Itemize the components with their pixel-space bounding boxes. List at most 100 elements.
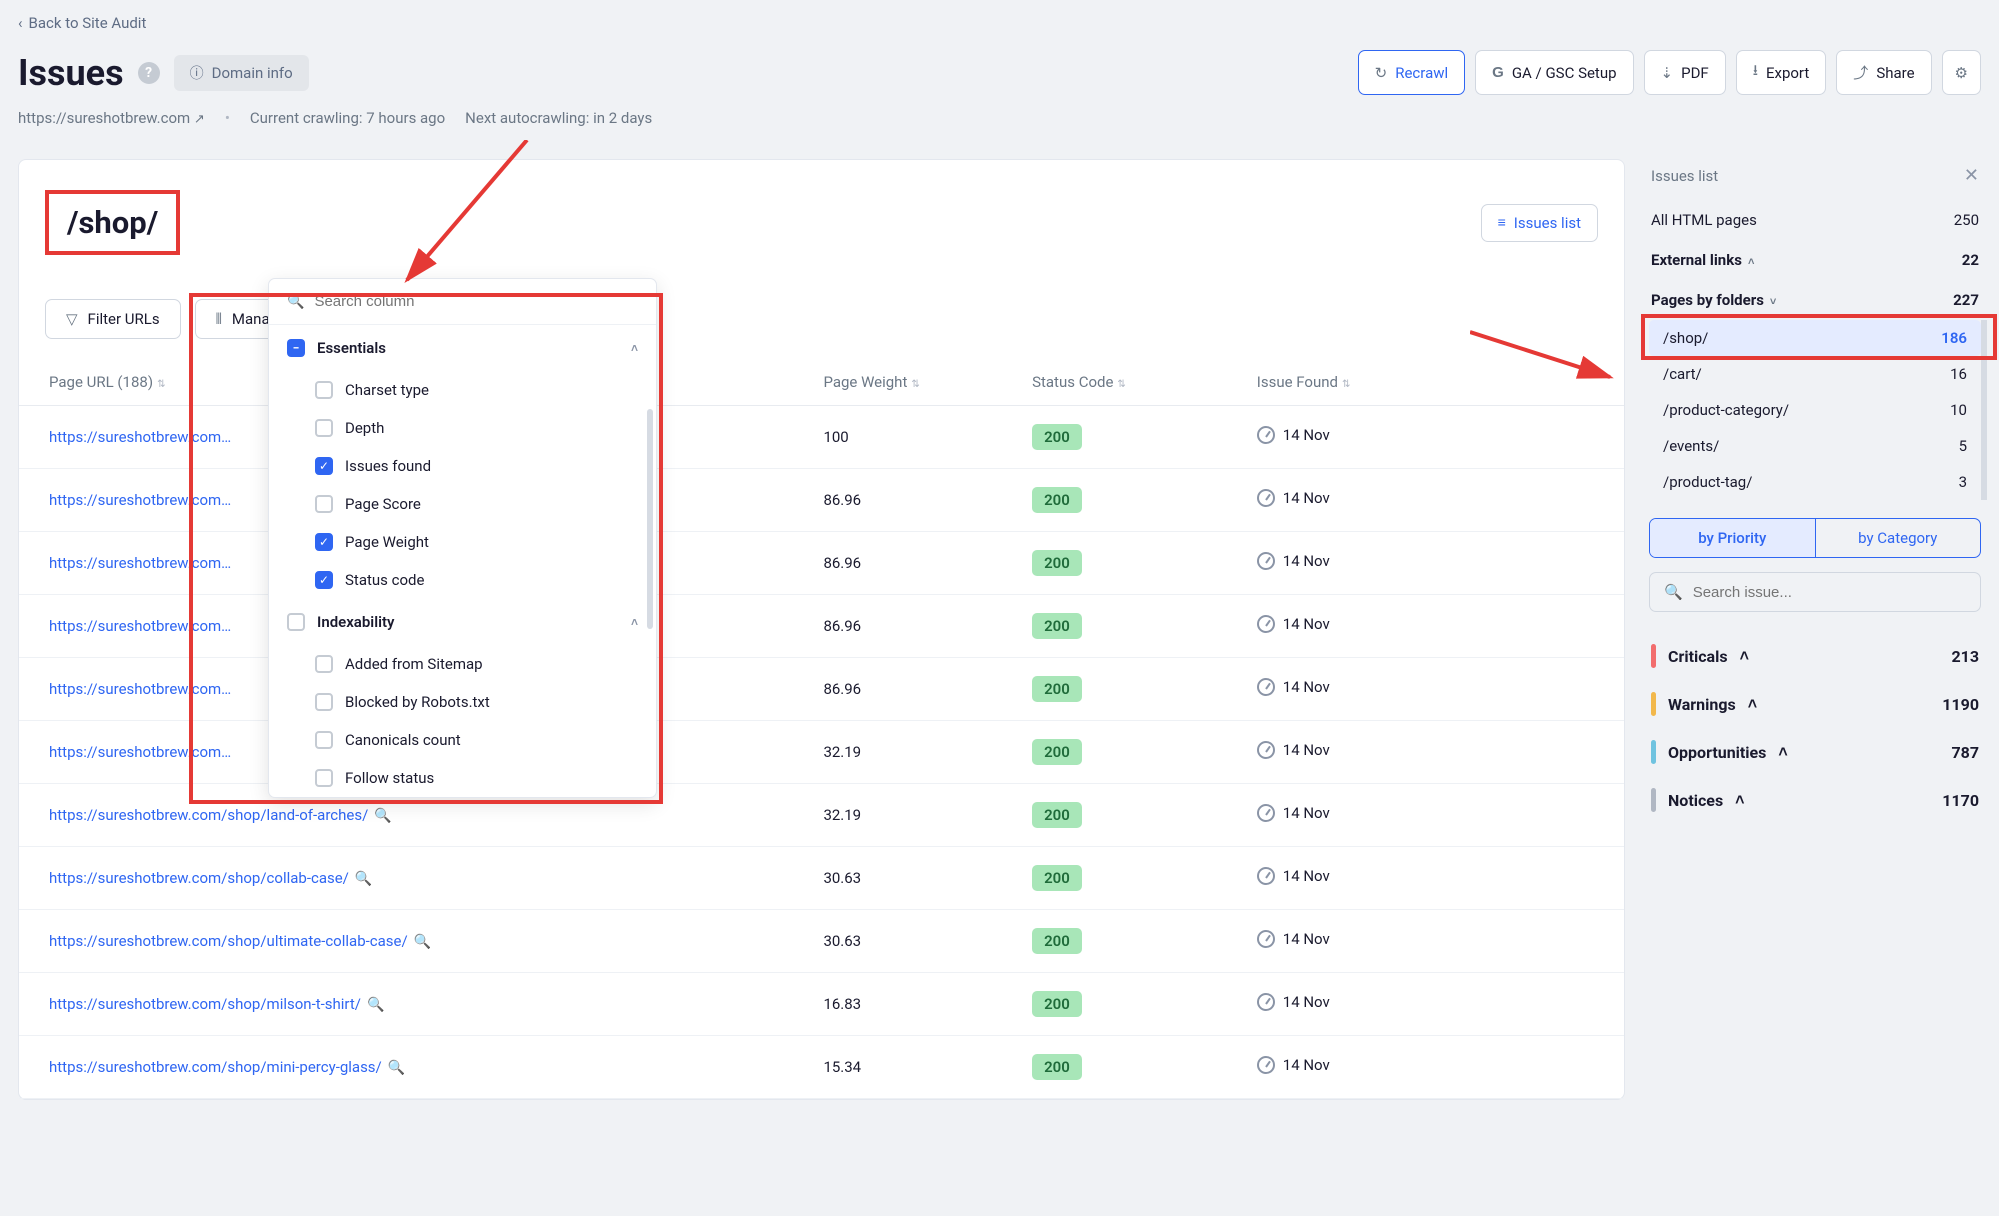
gauge-icon [1257,804,1275,822]
column-group-header[interactable]: Indexability˄ [269,599,656,645]
issue-found-cell: 14 Nov [1257,804,1330,822]
help-icon[interactable]: ? [138,62,160,84]
share-button[interactable]: ⤴Share [1836,50,1931,95]
sort-icon: ⇅ [911,379,919,390]
page-weight-cell: 86.96 [805,532,1014,595]
table-row: https://sureshotbrew.com…32.1920014 Nov [19,721,1624,784]
issue-found-cell: 14 Nov [1257,930,1330,948]
column-search-input[interactable] [314,293,638,310]
severity-color-bar [1651,644,1656,668]
domain-info-chip[interactable]: Domain info [174,55,309,91]
folder-item[interactable]: /product-tag/3 [1649,464,1981,500]
page-url-link[interactable]: https://sureshotbrew.com… [49,428,231,446]
issue-found-cell: 14 Nov [1257,1056,1330,1074]
chevron-up-icon: ˄ [631,615,638,629]
page-weight-cell: 16.83 [805,973,1014,1036]
sort-icon: ⇅ [157,379,165,390]
column-option[interactable]: Depth [269,409,656,447]
folder-item[interactable]: /shop/186 [1649,320,1981,356]
ga-gsc-button[interactable]: GGA / GSC Setup [1475,50,1633,95]
severity-row[interactable]: Warnings˄1190 [1649,680,1981,728]
magnify-icon[interactable]: 🔍 [355,871,372,887]
search-issue-box[interactable]: 🔍 [1649,572,1981,612]
severity-row[interactable]: Criticals˄213 [1649,632,1981,680]
seg-by-category[interactable]: by Category [1815,519,1981,557]
scrollbar-thumb[interactable] [647,409,653,629]
checkbox-icon [315,655,333,673]
pdf-icon: ⇣ [1661,64,1674,82]
checkbox-empty-icon [287,613,305,631]
external-links-row[interactable]: External links˄ 22 [1649,240,1981,280]
page-weight-cell: 86.96 [805,658,1014,721]
export-button[interactable]: ⭳Export [1736,50,1827,95]
domain-url[interactable]: https://sureshotbrew.com ↗ [18,109,205,127]
close-icon[interactable]: ✕ [1964,165,1979,186]
issue-found-cell: 14 Nov [1257,867,1330,885]
folder-item[interactable]: /cart/16 [1649,356,1981,392]
page-url-link[interactable]: https://sureshotbrew.com… [49,680,231,698]
col-issue[interactable]: Issue Found⇅ [1239,359,1624,406]
page-url-link[interactable]: https://sureshotbrew.com/shop/ultimate-c… [49,932,408,950]
column-option[interactable]: ✓Status code [269,561,656,599]
checkbox-icon [315,769,333,787]
severity-row[interactable]: Notices˄1170 [1649,776,1981,824]
all-pages-row[interactable]: All HTML pages 250 [1649,200,1981,240]
view-segmented-control: by Priority by Category [1649,518,1981,558]
col-status[interactable]: Status Code⇅ [1014,359,1239,406]
issue-found-cell: 14 Nov [1257,741,1330,759]
checkbox-icon [315,693,333,711]
back-link[interactable]: ‹ Back to Site Audit [18,14,146,32]
magnify-icon[interactable]: 🔍 [374,808,391,824]
column-option[interactable]: ✓Page Weight [269,523,656,561]
separator-dot: • [225,109,230,127]
autocrawl-status: Next autocrawling: in 2 days [465,109,652,127]
page-url-link[interactable]: https://sureshotbrew.com… [49,743,231,761]
pdf-button[interactable]: ⇣PDF [1644,50,1726,95]
col-weight[interactable]: Page Weight⇅ [805,359,1014,406]
checkbox-icon [315,495,333,513]
page-url-link[interactable]: https://sureshotbrew.com/shop/land-of-ar… [49,806,368,824]
status-badge: 200 [1032,487,1082,513]
column-option[interactable]: Follow status [269,759,656,797]
settings-button[interactable]: ⚙ [1942,50,1981,95]
column-option[interactable]: Blocked by Robots.txt [269,683,656,721]
folder-item[interactable]: /product-category/10 [1649,392,1981,428]
table-row: https://sureshotbrew.com/shop/ultimate-c… [19,910,1624,973]
page-url-link[interactable]: https://sureshotbrew.com/shop/milson-t-s… [49,995,361,1013]
column-group-header[interactable]: −Essentials˄ [269,325,656,371]
column-option[interactable]: ✓Issues found [269,447,656,485]
table-row: https://sureshotbrew.com/shop/mini-percy… [19,1036,1624,1099]
filter-urls-button[interactable]: ▽Filter URLs [45,299,181,339]
checkbox-icon: ✓ [315,457,333,475]
page-weight-cell: 100 [805,406,1014,469]
page-url-link[interactable]: https://sureshotbrew.com… [49,554,231,572]
search-issue-input[interactable] [1693,584,1966,601]
folder-item[interactable]: /events/5 [1649,428,1981,464]
page-url-link[interactable]: https://sureshotbrew.com… [49,617,231,635]
table-row: https://sureshotbrew.com…86.9620014 Nov [19,595,1624,658]
google-icon: G [1492,64,1504,81]
issue-found-cell: 14 Nov [1257,615,1330,633]
issues-list-toggle[interactable]: Issues list [1481,204,1598,242]
column-option[interactable]: Added from Sitemap [269,645,656,683]
column-option[interactable]: Page Score [269,485,656,523]
magnify-icon[interactable]: 🔍 [388,1060,405,1076]
column-option[interactable]: Canonicals count [269,721,656,759]
page-url-link[interactable]: https://sureshotbrew.com/shop/collab-cas… [49,869,349,887]
sidebar: Issues list ✕ All HTML pages 250 Externa… [1649,159,1981,824]
table-row: https://sureshotbrew.com…86.9620014 Nov [19,658,1624,721]
sort-icon: ⇅ [1117,379,1125,390]
seg-by-priority[interactable]: by Priority [1650,519,1815,557]
page-url-link[interactable]: https://sureshotbrew.com… [49,491,231,509]
domain-info-label: Domain info [212,64,293,82]
status-badge: 200 [1032,928,1082,954]
page-title: Issues [18,52,124,94]
page-url-link[interactable]: https://sureshotbrew.com/shop/mini-percy… [49,1058,382,1076]
column-option[interactable]: Charset type [269,371,656,409]
chevron-up-icon: ˄ [1740,646,1749,666]
recrawl-button[interactable]: ↻Recrawl [1358,50,1466,95]
severity-row[interactable]: Opportunities˄787 [1649,728,1981,776]
pages-by-folders-row[interactable]: Pages by folders˅ 227 [1649,280,1981,320]
magnify-icon[interactable]: 🔍 [414,934,431,950]
magnify-icon[interactable]: 🔍 [367,997,384,1013]
